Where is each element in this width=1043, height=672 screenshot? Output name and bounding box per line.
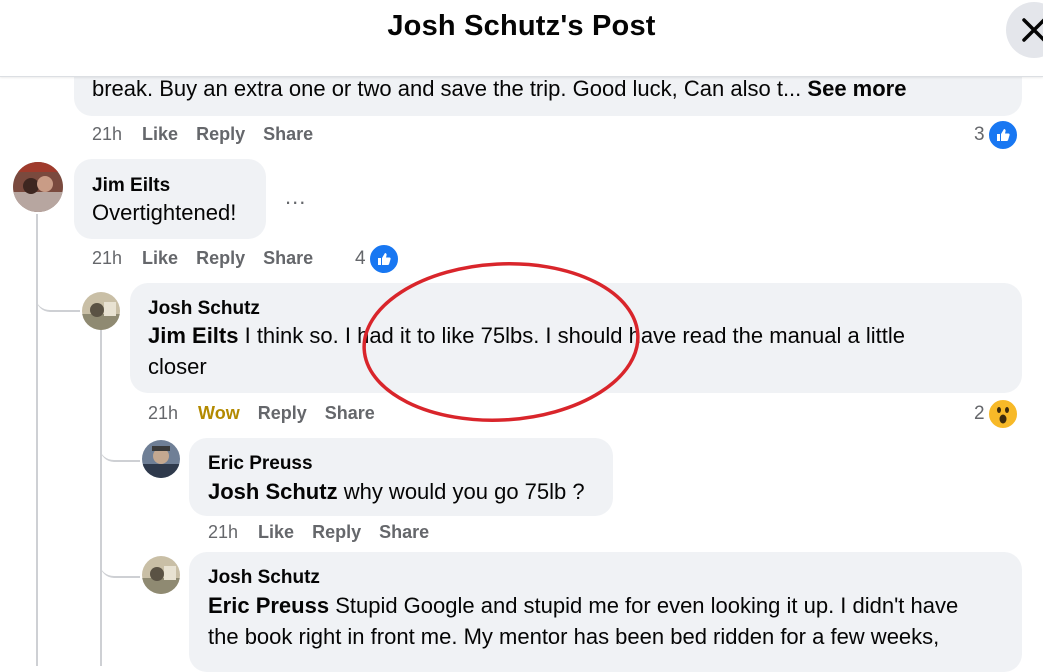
thread-connector [36,284,80,312]
post-dialog-header: Josh Schutz's Post [0,0,1043,77]
share-button[interactable]: Share [263,248,313,269]
comment-actions: 21h Wow Reply Share [148,403,393,424]
reaction-count: 2 [974,403,985,424]
comment-text: Jim Eilts I think so. I had it to like 7… [148,323,905,379]
like-button[interactable]: Like [142,124,178,145]
like-button[interactable]: Like [258,522,294,543]
mention-link[interactable]: Jim Eilts [148,323,238,348]
avatar[interactable] [82,292,120,330]
comment-text: break. Buy an extra one or two and save … [92,76,907,101]
avatar[interactable] [142,556,180,594]
reaction-summary[interactable]: 2 [974,398,1019,430]
avatar[interactable] [13,162,63,212]
reply-button[interactable]: Reply [258,403,307,424]
avatar[interactable] [142,440,180,478]
see-more-link[interactable]: See more [807,76,906,101]
page-title: Josh Schutz's Post [387,10,656,42]
comment-author[interactable]: Jim Eilts [92,175,170,197]
comment-text: Overtightened! [92,200,237,225]
reaction-count: 3 [974,124,985,145]
comment-author[interactable]: Eric Preuss [208,453,313,475]
close-button[interactable] [1006,2,1043,58]
share-button[interactable]: Share [325,403,375,424]
like-button[interactable]: Like [142,248,178,269]
reaction-summary[interactable]: 3 [974,119,1019,151]
comment-author[interactable]: Josh Schutz [148,298,260,320]
comment-time: 21h [92,248,123,268]
thread-connector [100,440,140,462]
comment-time: 21h [208,522,239,542]
thread-line [36,214,38,666]
mention-link[interactable]: Eric Preuss [208,593,329,618]
reaction-count: 4 [355,248,366,269]
comment-time: 21h [148,403,179,423]
comment-text: Josh Schutz why would you go 75lb ? [208,479,585,504]
thread-connector [100,556,140,578]
mention-link[interactable]: Josh Schutz [208,479,338,504]
thumbs-up-icon [986,119,1019,151]
reaction-summary[interactable]: 4 [355,243,400,275]
more-options-button[interactable]: ... [285,184,306,210]
reply-button[interactable]: Reply [196,124,245,145]
wow-button[interactable]: Wow [198,403,240,424]
share-button[interactable]: Share [379,522,429,543]
share-button[interactable]: Share [263,124,313,145]
reply-button[interactable]: Reply [196,248,245,269]
thread-line [100,330,102,666]
comment-text: Eric Preuss Stupid Google and stupid me … [208,593,959,649]
comment-actions: 21h Like Reply Share [92,248,331,269]
reply-button[interactable]: Reply [312,522,361,543]
comment-time: 21h [92,124,123,144]
comment-author[interactable]: Josh Schutz [208,567,320,589]
comment-actions: 21h Like Reply Share [208,522,447,543]
thumbs-up-icon [367,243,400,275]
comment-actions: 21h Like Reply Share [92,124,331,145]
close-icon [1022,18,1043,42]
wow-face-icon [986,398,1019,430]
